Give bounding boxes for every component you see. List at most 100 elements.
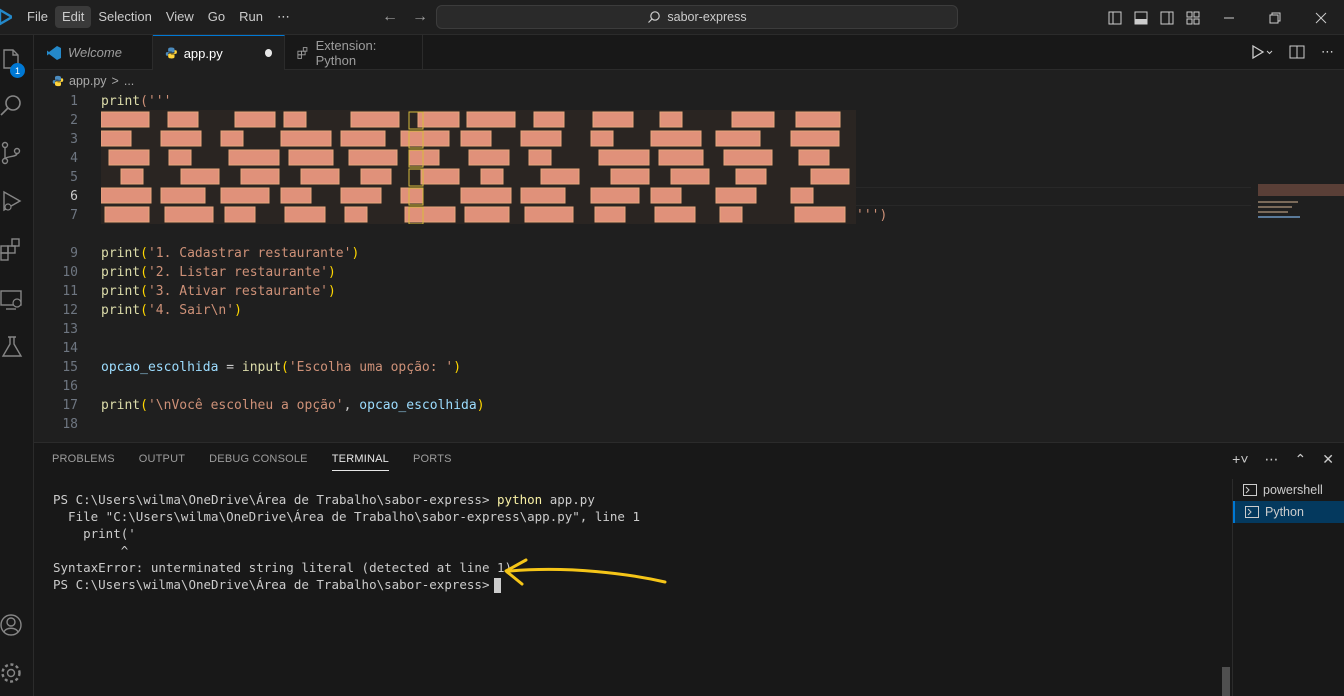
source-control-button[interactable] <box>0 133 34 173</box>
tab-debug-console[interactable]: DEBUG CONSOLE <box>209 453 308 471</box>
ascii-block <box>731 111 775 128</box>
line-number: 1 <box>70 94 78 109</box>
testing-icon <box>1 336 23 357</box>
unsaved-dot-icon[interactable] <box>264 49 272 57</box>
ascii-block <box>659 111 683 128</box>
tab-output[interactable]: OUTPUT <box>139 453 185 471</box>
search-view-button[interactable] <box>0 85 34 125</box>
ascii-block <box>180 168 220 185</box>
bottom-panel: PROBLEMS OUTPUT DEBUG CONSOLE TERMINAL P… <box>34 442 1344 696</box>
menu-edit[interactable]: Edit <box>54 6 92 28</box>
add-terminal-icon[interactable]: +˅ <box>1232 451 1248 468</box>
line-number: 3 <box>70 132 78 147</box>
line-number: 13 <box>62 322 78 337</box>
ascii-art-banner <box>101 110 856 224</box>
ascii-block <box>723 149 773 166</box>
ascii-block <box>228 149 280 166</box>
ascii-block <box>468 149 510 166</box>
ascii-block <box>360 168 392 185</box>
restore-icon[interactable] <box>1252 0 1298 35</box>
remote-explorer-button[interactable] <box>0 280 34 320</box>
ascii-block <box>466 111 516 128</box>
account-icon <box>0 614 22 636</box>
extensions-button[interactable] <box>0 229 34 269</box>
editor-actions: ⋯ <box>1251 44 1334 63</box>
activity-bar: 1 <box>0 35 34 696</box>
code-line-17: print('\nVocê escolheu a opção', opcao_e… <box>101 398 485 413</box>
menu-run[interactable]: Run <box>232 6 270 28</box>
line-number: 15 <box>62 360 78 375</box>
back-arrow-icon[interactable]: ← <box>382 8 398 26</box>
terminal-item-powershell[interactable]: powershell <box>1233 479 1344 501</box>
close-icon[interactable]: ✕ <box>1322 451 1334 468</box>
code-line-9: print('1. Cadastrar restaurante') <box>101 246 360 261</box>
tab-label: Extension: Python <box>315 37 377 68</box>
more-icon[interactable]: ⋯ <box>1321 44 1334 63</box>
python-icon <box>52 75 64 87</box>
minimize-icon[interactable] <box>1206 0 1252 35</box>
ascii-block <box>524 206 574 223</box>
accounts-button[interactable] <box>0 605 34 645</box>
terminal-item-python[interactable]: Python <box>1233 501 1344 523</box>
ascii-block <box>220 187 270 204</box>
toggle-secondary-sidebar-icon[interactable] <box>1154 0 1180 35</box>
ascii-block <box>288 149 334 166</box>
ascii-block <box>108 149 150 166</box>
tab-terminal[interactable]: TERMINAL <box>331 453 389 471</box>
line-number: 16 <box>62 379 78 394</box>
tab-extension-python[interactable]: Extension: Python <box>285 35 423 70</box>
ascii-block <box>400 130 450 147</box>
split-editor-icon[interactable] <box>1289 44 1305 63</box>
ascii-block <box>533 111 565 128</box>
run-debug-button[interactable] <box>0 181 34 221</box>
tab-app-py[interactable]: app.py <box>153 35 285 70</box>
run-icon[interactable] <box>1251 44 1273 63</box>
command-center-search[interactable]: sabor-express <box>436 5 958 29</box>
window-controls <box>1102 0 1344 35</box>
ascii-block <box>658 149 704 166</box>
menu-go[interactable]: Go <box>201 6 232 28</box>
breadcrumb: app.py > ... <box>34 70 134 92</box>
customize-layout-icon[interactable] <box>1180 0 1206 35</box>
ascii-block <box>460 187 512 204</box>
ascii-block <box>460 130 492 147</box>
terminal-line: File "C:\Users\wilma\OneDrive\Área de Tr… <box>53 509 640 524</box>
ascii-block <box>650 187 682 204</box>
close-window-icon[interactable] <box>1298 0 1344 35</box>
search-icon <box>648 11 661 23</box>
line-number: 4 <box>70 151 78 166</box>
panel-actions: +˅ ⋯ ⌃ ✕ <box>1232 451 1334 468</box>
menu-more[interactable]: ⋯ <box>270 6 297 28</box>
panel-tabs: PROBLEMS OUTPUT DEBUG CONSOLE TERMINAL P… <box>52 453 452 471</box>
more-icon[interactable]: ⋯ <box>1265 451 1279 468</box>
ascii-block <box>220 130 244 147</box>
testing-button[interactable] <box>0 327 34 367</box>
tab-ports[interactable]: PORTS <box>413 453 452 471</box>
ascii-block <box>464 206 510 223</box>
ascii-block <box>590 187 640 204</box>
line-number: 10 <box>62 265 78 280</box>
ascii-block <box>101 111 150 128</box>
breadcrumb-file[interactable]: app.py <box>69 74 107 88</box>
forward-arrow-icon[interactable]: → <box>412 8 428 26</box>
chevron-up-icon[interactable]: ⌃ <box>1295 451 1307 468</box>
tab-problems[interactable]: PROBLEMS <box>52 453 115 471</box>
menu-file[interactable]: File <box>20 6 55 28</box>
menu-selection[interactable]: Selection <box>91 6 158 28</box>
ascii-block <box>540 168 580 185</box>
line-number: 7 <box>70 208 78 223</box>
toggle-primary-sidebar-icon[interactable] <box>1102 0 1128 35</box>
search-text: sabor-express <box>667 10 747 24</box>
terminal-scrollbar[interactable] <box>1222 667 1230 696</box>
ascii-block <box>670 168 710 185</box>
menu-view[interactable]: View <box>159 6 201 28</box>
code-line-15: opcao_escolhida = input('Escolha uma opç… <box>101 360 462 375</box>
manage-button[interactable] <box>0 653 34 693</box>
code-line-11: print('3. Ativar restaurante') <box>101 284 336 299</box>
explorer-button[interactable]: 1 <box>0 39 34 79</box>
toggle-panel-icon[interactable] <box>1128 0 1154 35</box>
ascii-block <box>408 149 440 166</box>
ascii-block <box>715 130 761 147</box>
breadcrumb-symbol[interactable]: ... <box>124 74 134 88</box>
tab-welcome[interactable]: Welcome <box>34 35 153 70</box>
